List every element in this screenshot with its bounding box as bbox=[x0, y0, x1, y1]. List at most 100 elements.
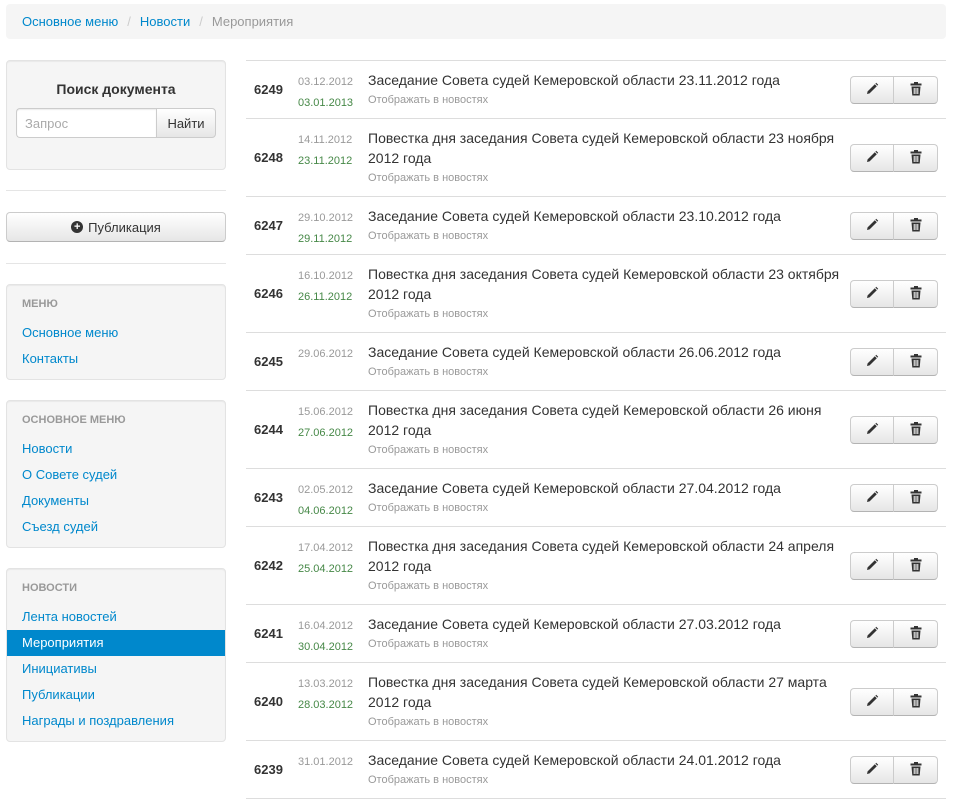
item-title[interactable]: Повестка дня заседания Совета судей Кеме… bbox=[368, 672, 848, 712]
item-status: Отображать в новостях bbox=[368, 308, 489, 320]
item-dates: 17.04.2012 25.04.2012 bbox=[298, 538, 353, 580]
item-title[interactable]: Заседание Совета судей Кемеровской облас… bbox=[368, 478, 848, 498]
edit-button[interactable] bbox=[850, 212, 894, 240]
item-id: 6249 bbox=[254, 82, 283, 97]
item-id: 6245 bbox=[254, 354, 283, 369]
item-content: Повестка дня заседания Совета судей Кеме… bbox=[368, 536, 848, 597]
list-item: 6239 31.01.2012 Заседание Совета судей Кем… bbox=[246, 741, 946, 799]
pencil-icon bbox=[865, 354, 879, 371]
item-title[interactable]: Повестка дня заседания Совета судей Кеме… bbox=[368, 264, 848, 304]
item-title[interactable]: Повестка дня заседания Совета судей Кеме… bbox=[368, 128, 848, 168]
item-title[interactable]: Заседание Совета судей Кемеровской облас… bbox=[368, 750, 848, 770]
delete-button[interactable] bbox=[894, 484, 938, 512]
item-actions bbox=[850, 416, 938, 444]
search-input[interactable] bbox=[16, 108, 156, 138]
delete-button[interactable] bbox=[894, 76, 938, 104]
nav-item-awards[interactable]: Награды и поздравления bbox=[7, 708, 225, 734]
nav-item-documents[interactable]: Документы bbox=[7, 488, 225, 514]
nav-item-events[interactable]: Мероприятия bbox=[7, 630, 225, 656]
nav-item-newsfeed[interactable]: Лента новостей bbox=[7, 604, 225, 630]
item-date-created: 17.04.2012 bbox=[298, 542, 354, 554]
delete-button[interactable] bbox=[894, 756, 938, 784]
item-actions bbox=[850, 144, 938, 172]
trash-icon bbox=[910, 81, 922, 99]
edit-button[interactable] bbox=[850, 416, 894, 444]
nav-item-news[interactable]: Новости bbox=[7, 436, 225, 462]
delete-button[interactable] bbox=[894, 688, 938, 716]
breadcrumb-link-news[interactable]: Новости bbox=[140, 14, 190, 29]
trash-icon bbox=[910, 693, 922, 711]
item-id: 6240 bbox=[254, 694, 283, 709]
item-actions bbox=[850, 484, 938, 512]
item-dates: 02.05.2012 04.06.2012 bbox=[298, 480, 353, 522]
publish-button-label: Публикация bbox=[88, 219, 161, 235]
delete-button[interactable] bbox=[894, 416, 938, 444]
item-content: Заседание Совета судей Кемеровской облас… bbox=[368, 478, 848, 519]
item-dates: 03.12.2012 03.01.2013 bbox=[298, 72, 353, 114]
trash-icon bbox=[910, 353, 922, 371]
item-title[interactable]: Заседание Совета судей Кемеровской облас… bbox=[368, 614, 848, 634]
item-title[interactable]: Заседание Совета судей Кемеровской облас… bbox=[368, 206, 848, 226]
delete-button[interactable] bbox=[894, 620, 938, 648]
trash-icon bbox=[910, 761, 922, 779]
edit-button[interactable] bbox=[850, 552, 894, 580]
item-status: Отображать в новостях bbox=[368, 366, 489, 378]
edit-button[interactable] bbox=[850, 620, 894, 648]
delete-button[interactable] bbox=[894, 348, 938, 376]
trash-icon bbox=[910, 625, 922, 643]
pencil-icon bbox=[865, 558, 879, 575]
edit-button[interactable] bbox=[850, 280, 894, 308]
delete-button[interactable] bbox=[894, 212, 938, 240]
nav-item-contacts[interactable]: Контакты bbox=[7, 346, 225, 372]
item-title[interactable]: Заседание Совета судей Кемеровской облас… bbox=[368, 70, 848, 90]
search-button[interactable]: Найти bbox=[156, 108, 216, 138]
nav-item-initiatives[interactable]: Инициативы bbox=[7, 656, 225, 682]
item-id: 6239 bbox=[254, 762, 283, 777]
pencil-icon bbox=[865, 218, 879, 235]
item-title[interactable]: Заседание Совета судей Кемеровской облас… bbox=[368, 342, 848, 362]
item-title[interactable]: Повестка дня заседания Совета судей Кеме… bbox=[368, 536, 848, 576]
item-actions bbox=[850, 348, 938, 376]
edit-button[interactable] bbox=[850, 756, 894, 784]
item-actions bbox=[850, 552, 938, 580]
nav-item-publications[interactable]: Публикации bbox=[7, 682, 225, 708]
nav-item-congress[interactable]: Съезд судей bbox=[7, 514, 225, 540]
nav-item-council[interactable]: О Совете судей bbox=[7, 462, 225, 488]
list-item: 6243 02.05.2012 04.06.2012 Заседание Совета… bbox=[246, 469, 946, 527]
item-id: 6248 bbox=[254, 150, 283, 165]
nav-header-menu: Меню bbox=[22, 298, 58, 310]
item-content: Повестка дня заседания Совета судей Кеме… bbox=[368, 400, 848, 461]
nav-item-main-menu[interactable]: Основное меню bbox=[7, 320, 225, 346]
breadcrumb: Основное меню / Новости / Мероприятия bbox=[6, 4, 946, 39]
item-date-created: 03.12.2012 bbox=[298, 76, 354, 88]
edit-button[interactable] bbox=[850, 484, 894, 512]
breadcrumb-current: Мероприятия bbox=[211, 14, 294, 29]
delete-button[interactable] bbox=[894, 280, 938, 308]
item-date-published: 03.01.2013 bbox=[298, 97, 354, 109]
item-status: Отображать в новостях bbox=[368, 444, 489, 456]
item-id: 6243 bbox=[254, 490, 283, 505]
trash-icon bbox=[910, 557, 922, 575]
delete-button[interactable] bbox=[894, 144, 938, 172]
item-dates: 15.06.2012 27.06.2012 bbox=[298, 402, 353, 444]
item-status: Отображать в новостях bbox=[368, 580, 489, 592]
item-title[interactable]: Повестка дня заседания Совета судей Кеме… bbox=[368, 400, 848, 440]
search-row: Найти bbox=[16, 108, 216, 138]
edit-button[interactable] bbox=[850, 144, 894, 172]
pencil-icon bbox=[865, 286, 879, 303]
item-dates: 14.11.2012 23.11.2012 bbox=[298, 130, 352, 172]
pencil-icon bbox=[865, 626, 879, 643]
publish-button[interactable]: + Публикация bbox=[6, 212, 226, 242]
breadcrumb-link-main-menu[interactable]: Основное меню bbox=[22, 14, 118, 29]
item-status: Отображать в новостях bbox=[368, 716, 489, 728]
edit-button[interactable] bbox=[850, 348, 894, 376]
item-actions bbox=[850, 212, 938, 240]
edit-button[interactable] bbox=[850, 688, 894, 716]
item-date-created: 02.05.2012 bbox=[298, 484, 354, 496]
search-panel: Поиск документа Найти bbox=[6, 60, 226, 170]
item-date-created: 31.01.2012 bbox=[298, 756, 354, 768]
item-id: 6241 bbox=[254, 626, 283, 641]
delete-button[interactable] bbox=[894, 552, 938, 580]
edit-button[interactable] bbox=[850, 76, 894, 104]
nav-header-news: Новости bbox=[22, 582, 78, 594]
